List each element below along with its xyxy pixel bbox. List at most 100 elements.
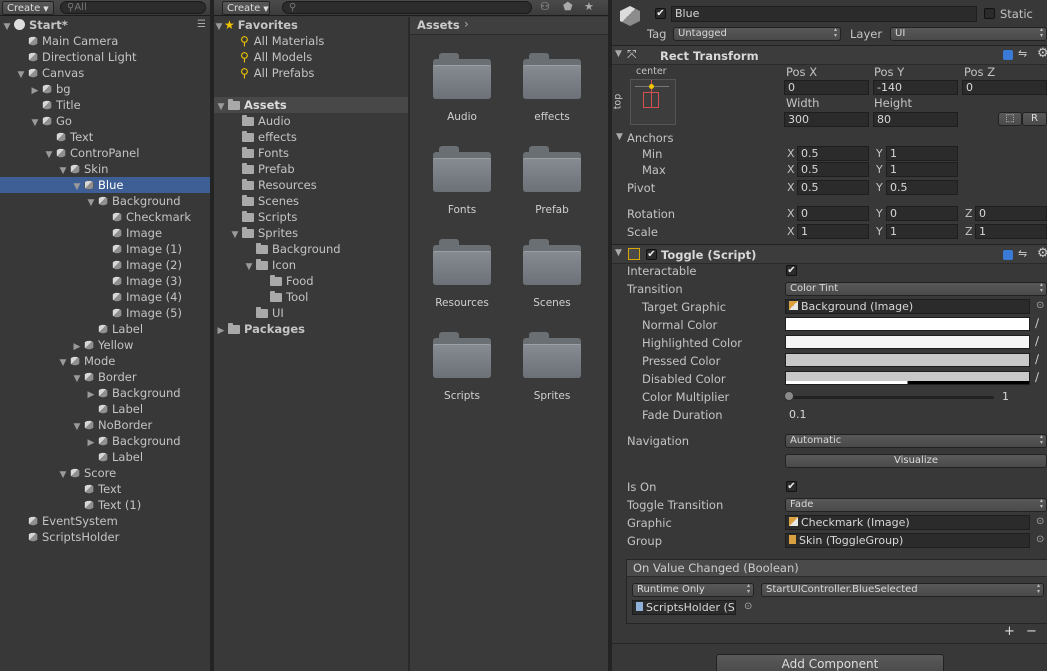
scene-menu-icon[interactable]: ☰ [197, 17, 206, 33]
asset-folder-item[interactable]: Resources [417, 239, 507, 319]
project-tree-row[interactable]: Scenes [214, 193, 408, 209]
filter-by-label-icon[interactable]: ⬟ [563, 0, 573, 13]
height-field[interactable]: 80 [873, 112, 958, 127]
gear-icon[interactable]: ⚙ [1037, 246, 1047, 261]
project-tree-row[interactable]: Fonts [214, 145, 408, 161]
min-x-field[interactable]: 0.5 [797, 146, 869, 161]
anchors-triangle-icon[interactable]: ▼ [616, 132, 623, 142]
hierarchy-row[interactable]: Label [0, 449, 210, 465]
gear-icon[interactable]: ⚙ [1037, 46, 1047, 61]
graphic-field[interactable]: Checkmark (Image) [785, 515, 1030, 530]
raw-edit-button[interactable]: R [1022, 112, 1047, 126]
max-x-field[interactable]: 0.5 [797, 162, 869, 177]
hierarchy-row[interactable]: ▼ Border [0, 369, 210, 385]
favorite-star-icon[interactable]: ★ [584, 0, 594, 13]
hierarchy-row[interactable]: ▼ Start* ☰ [0, 17, 210, 33]
scale-y-field[interactable]: 1 [886, 224, 958, 239]
toggle-transition-dropdown[interactable]: Fade [785, 498, 1047, 512]
hierarchy-row[interactable]: ScriptsHolder [0, 529, 210, 545]
hierarchy-row[interactable]: ▶ Yellow [0, 337, 210, 353]
hierarchy-row[interactable]: ▶ Background [0, 385, 210, 401]
hierarchy-row[interactable]: EventSystem [0, 513, 210, 529]
fade-duration-field[interactable]: 0.1 [785, 407, 1047, 422]
project-tree-row[interactable]: ▼ Assets [214, 97, 408, 113]
hierarchy-row[interactable]: Label [0, 321, 210, 337]
expand-triangle-icon[interactable]: ▼ [615, 49, 622, 59]
interactable-checkbox[interactable]: ✔ [786, 265, 797, 276]
project-tree-row[interactable]: Food [214, 273, 408, 289]
event-object-field[interactable]: ScriptsHolder (S [632, 600, 736, 615]
max-y-field[interactable]: 1 [886, 162, 958, 177]
preset-sliders-icon[interactable]: ⇋ [1018, 47, 1027, 60]
hierarchy-row[interactable]: Title [0, 97, 210, 113]
hierarchy-row[interactable]: ▼ Canvas [0, 65, 210, 81]
asset-folder-item[interactable]: Audio [417, 53, 507, 133]
hierarchy-row[interactable]: Directional Light [0, 49, 210, 65]
favorite-item[interactable]: ⚲ All Models [240, 49, 312, 65]
hierarchy-row[interactable]: Main Camera [0, 33, 210, 49]
object-name-field[interactable]: Blue [671, 6, 977, 22]
collapse-triangle-icon[interactable]: ▶ [216, 323, 226, 339]
object-picker-icon[interactable]: ⊙ [1036, 534, 1044, 545]
toggle-component-header[interactable]: ▼ ✔ Toggle (Script) ⇋ ⚙ [612, 244, 1047, 264]
hierarchy-row[interactable]: ▼ NoBorder [0, 417, 210, 433]
object-picker-icon[interactable]: ⊙ [744, 601, 752, 612]
project-tree-row[interactable]: Prefab [214, 161, 408, 177]
tag-dropdown[interactable]: Untagged [673, 27, 841, 41]
add-component-button[interactable]: Add Component [716, 654, 944, 671]
visualize-button[interactable]: Visualize [785, 454, 1047, 468]
eyedropper-icon[interactable]: ∕ [1035, 316, 1039, 330]
pos-z-field[interactable]: 0 [962, 80, 1047, 95]
event-function-dropdown[interactable]: StartUIController.BlueSelected [761, 583, 1044, 597]
hierarchy-row[interactable]: ▼ Mode [0, 353, 210, 369]
is-on-checkbox[interactable]: ✔ [786, 481, 797, 492]
hierarchy-row[interactable]: ▼ Blue [0, 177, 210, 193]
pressed-color-swatch[interactable] [785, 353, 1030, 367]
hierarchy-row[interactable]: ▼ Go [0, 113, 210, 129]
project-tree-row[interactable]: ▼ Icon [214, 257, 408, 273]
hierarchy-row[interactable]: Label [0, 401, 210, 417]
favorites-header[interactable]: ▼ ★ Favorites [214, 17, 408, 33]
help-book-icon[interactable] [1003, 50, 1013, 60]
disabled-color-swatch[interactable] [785, 371, 1030, 385]
expand-triangle-icon[interactable]: ▼ [214, 19, 224, 35]
normal-color-swatch[interactable] [785, 317, 1030, 331]
project-tree-row[interactable]: effects [214, 129, 408, 145]
hierarchy-row[interactable]: ▶ bg [0, 81, 210, 97]
target-graphic-field[interactable]: Background (Image) [785, 299, 1030, 314]
rot-z-field[interactable]: 0 [975, 206, 1047, 221]
favorite-item[interactable]: ⚲ All Prefabs [240, 65, 314, 81]
transition-dropdown[interactable]: Color Tint [785, 282, 1047, 296]
asset-folder-item[interactable]: Fonts [417, 146, 507, 226]
help-book-icon[interactable] [1003, 250, 1013, 260]
anchor-presets-button[interactable] [630, 79, 676, 125]
hierarchy-row[interactable]: ▼ Background [0, 193, 210, 209]
project-create-button[interactable]: Create ▼ [222, 1, 270, 15]
group-field[interactable]: Skin (ToggleGroup) [785, 533, 1030, 548]
toggle-enabled-checkbox[interactable]: ✔ [646, 249, 657, 260]
add-event-button[interactable]: + [1004, 624, 1015, 639]
project-tree-row[interactable]: ▶ Packages [214, 321, 408, 337]
pivot-x-field[interactable]: 0.5 [797, 180, 869, 195]
min-y-field[interactable]: 1 [886, 146, 958, 161]
scale-z-field[interactable]: 1 [975, 224, 1047, 239]
event-runtime-dropdown[interactable]: Runtime Only [632, 583, 754, 597]
hierarchy-row[interactable]: ▼ Skin [0, 161, 210, 177]
rot-x-field[interactable]: 0 [797, 206, 869, 221]
hierarchy-row[interactable]: Image (2) [0, 257, 210, 273]
blueprint-mode-button[interactable]: ⬚ [998, 112, 1022, 126]
color-multiplier-slider-thumb[interactable] [784, 391, 794, 401]
hierarchy-row[interactable]: Image (5) [0, 305, 210, 321]
breadcrumb-assets[interactable]: Assets [417, 18, 460, 32]
scale-x-field[interactable]: 1 [797, 224, 869, 239]
asset-folder-item[interactable]: Sprites [507, 332, 597, 412]
eyedropper-icon[interactable]: ∕ [1035, 370, 1039, 384]
rect-transform-header[interactable]: ▼ ⤧ Rect Transform ⇋ ⚙ [612, 45, 1047, 65]
object-picker-icon[interactable]: ⊙ [1036, 516, 1044, 527]
pos-y-field[interactable]: -140 [873, 80, 958, 95]
rot-y-field[interactable]: 0 [886, 206, 958, 221]
color-multiplier-field[interactable]: 1 [998, 389, 1047, 404]
hierarchy-row[interactable]: Image (1) [0, 241, 210, 257]
hierarchy-row[interactable]: ▶ Background [0, 433, 210, 449]
filter-by-type-icon[interactable]: ⚇ [540, 0, 550, 13]
